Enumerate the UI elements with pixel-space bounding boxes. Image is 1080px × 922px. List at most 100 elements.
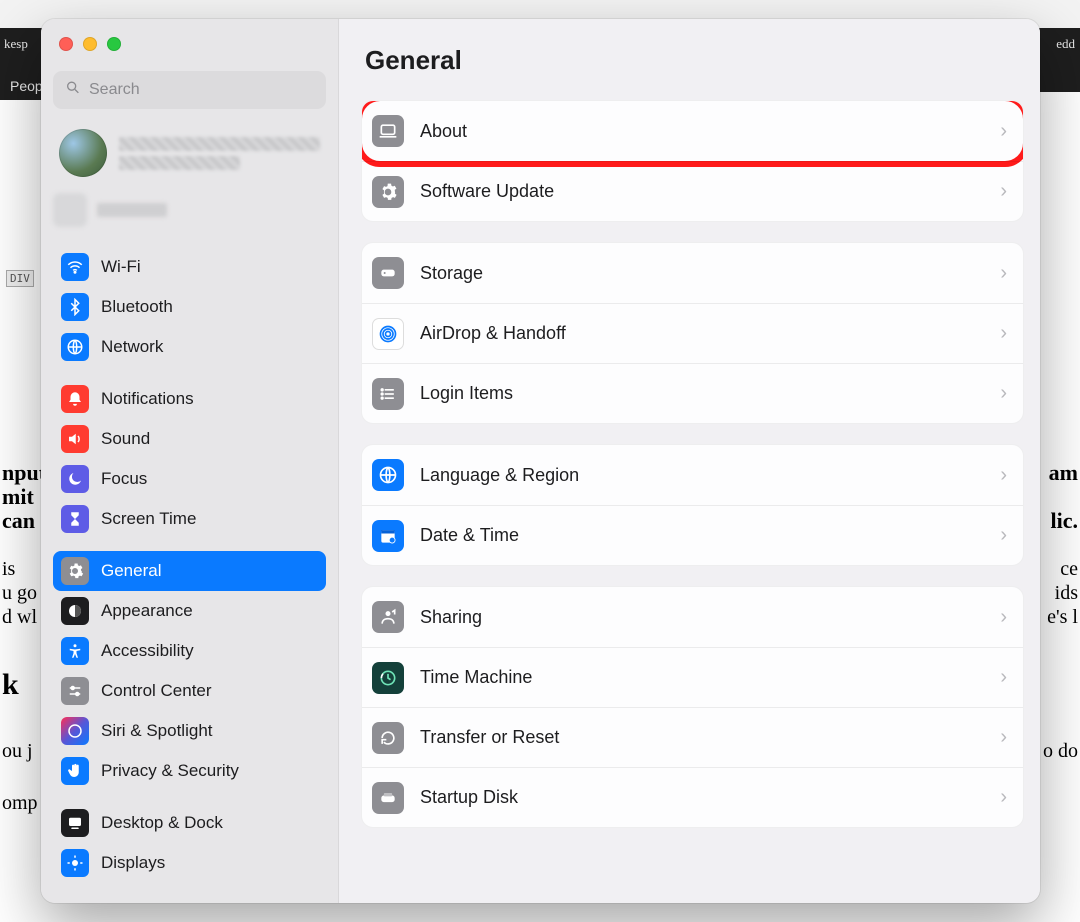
row-about[interactable]: About › [362, 101, 1023, 161]
chevron-right-icon: › [1000, 180, 1007, 203]
sidebar-item-label: Privacy & Security [101, 761, 239, 781]
sidebar-item-displays[interactable]: Displays [53, 843, 326, 883]
sidebar-item-sound[interactable]: Sound [53, 419, 326, 459]
chevron-right-icon: › [1000, 382, 1007, 405]
family-icon [53, 193, 87, 227]
bg-fragment: is [2, 558, 15, 581]
bell-icon [61, 385, 89, 413]
settings-group: Language & Region › Date & Time › [361, 444, 1024, 566]
settings-group: Sharing › Time Machine › Transfer or Res… [361, 586, 1024, 828]
calendar-icon [372, 520, 404, 552]
bg-fragment: o do [1043, 740, 1078, 763]
avatar [59, 129, 107, 177]
chevron-right-icon: › [1000, 262, 1007, 285]
row-storage[interactable]: Storage › [362, 243, 1023, 303]
sidebar-item-label: Control Center [101, 681, 212, 701]
bg-fragment: ou j [2, 740, 33, 763]
sidebar-item-label: Network [101, 337, 163, 357]
row-login-items[interactable]: Login Items › [362, 363, 1023, 423]
row-language-region[interactable]: Language & Region › [362, 445, 1023, 505]
family-sharing[interactable] [53, 193, 326, 227]
chevron-right-icon: › [1000, 666, 1007, 689]
page-title: General [365, 45, 1020, 76]
zoom-window-button[interactable] [107, 37, 121, 51]
row-sharing[interactable]: Sharing › [362, 587, 1023, 647]
row-software-update[interactable]: Software Update › [362, 161, 1023, 221]
row-label: Startup Disk [420, 787, 984, 808]
sharing-icon [372, 601, 404, 633]
sidebar: Wi-Fi Bluetooth Network Notifications [41, 19, 339, 903]
row-label: AirDrop & Handoff [420, 323, 984, 344]
sidebar-item-accessibility[interactable]: Accessibility [53, 631, 326, 671]
sidebar-item-label: Sound [101, 429, 150, 449]
sidebar-item-screentime[interactable]: Screen Time [53, 499, 326, 539]
sidebar-item-label: Accessibility [101, 641, 194, 661]
sidebar-item-wifi[interactable]: Wi-Fi [53, 247, 326, 287]
sidebar-item-network[interactable]: Network [53, 327, 326, 367]
row-label: Transfer or Reset [420, 727, 984, 748]
gear-icon [61, 557, 89, 585]
row-date-time[interactable]: Date & Time › [362, 505, 1023, 565]
sidebar-item-notifications[interactable]: Notifications [53, 379, 326, 419]
sidebar-item-label: Bluetooth [101, 297, 173, 317]
bg-fragment: lic. [1051, 508, 1079, 534]
sidebar-item-label: Wi-Fi [101, 257, 141, 277]
sidebar-item-general[interactable]: General [53, 551, 326, 591]
accessibility-icon [61, 637, 89, 665]
sidebar-item-label: Appearance [101, 601, 193, 621]
chevron-right-icon: › [1000, 726, 1007, 749]
bg-fragment: can [2, 508, 35, 534]
row-airdrop-handoff[interactable]: AirDrop & Handoff › [362, 303, 1023, 363]
startup-disk-icon [372, 782, 404, 814]
bg-fragment: ce [1060, 558, 1078, 581]
search-field-wrap [53, 71, 326, 109]
row-transfer-reset[interactable]: Transfer or Reset › [362, 707, 1023, 767]
sidebar-item-privacy[interactable]: Privacy & Security [53, 751, 326, 791]
sidebar-item-appearance[interactable]: Appearance [53, 591, 326, 631]
minimize-window-button[interactable] [83, 37, 97, 51]
sidebar-item-label: Displays [101, 853, 165, 873]
sidebar-item-bluetooth[interactable]: Bluetooth [53, 287, 326, 327]
settings-group: Storage › AirDrop & Handoff › Login Item… [361, 242, 1024, 424]
sidebar-item-label: General [101, 561, 161, 581]
row-label: Software Update [420, 181, 984, 202]
sidebar-list[interactable]: Wi-Fi Bluetooth Network Notifications [41, 241, 338, 903]
appearance-icon [61, 597, 89, 625]
row-startup-disk[interactable]: Startup Disk › [362, 767, 1023, 827]
row-label: Login Items [420, 383, 984, 404]
sidebar-item-label: Notifications [101, 389, 194, 409]
row-label: Sharing [420, 607, 984, 628]
apple-id-account[interactable] [53, 125, 326, 181]
globe-icon [372, 459, 404, 491]
family-label-redacted [97, 203, 167, 217]
wifi-icon [61, 253, 89, 281]
reset-icon [372, 722, 404, 754]
gear-refresh-icon [372, 176, 404, 208]
search-icon [65, 80, 81, 101]
bg-div-badge: DIV [6, 270, 34, 287]
time-machine-icon [372, 662, 404, 694]
settings-group: About › Software Update › [361, 100, 1024, 222]
bg-fragment: nput [2, 460, 46, 486]
row-time-machine[interactable]: Time Machine › [362, 647, 1023, 707]
sidebar-item-focus[interactable]: Focus [53, 459, 326, 499]
sidebar-item-desktop-dock[interactable]: Desktop & Dock [53, 803, 326, 843]
hourglass-icon [61, 505, 89, 533]
chevron-right-icon: › [1000, 524, 1007, 547]
row-label: About [420, 121, 984, 142]
bg-fragment: am [1049, 460, 1078, 486]
sidebar-item-label: Desktop & Dock [101, 813, 223, 833]
chevron-right-icon: › [1000, 606, 1007, 629]
moon-icon [61, 465, 89, 493]
bg-fragment: k [2, 668, 19, 702]
row-label: Time Machine [420, 667, 984, 688]
network-icon [61, 333, 89, 361]
bg-fragment: mit [2, 484, 34, 510]
sidebar-item-siri[interactable]: Siri & Spotlight [53, 711, 326, 751]
chevron-right-icon: › [1000, 120, 1007, 143]
search-input[interactable] [53, 71, 326, 109]
close-window-button[interactable] [59, 37, 73, 51]
main-panel: General About › Software Update › Storag… [339, 19, 1040, 903]
row-label: Language & Region [420, 465, 984, 486]
sidebar-item-controlcenter[interactable]: Control Center [53, 671, 326, 711]
